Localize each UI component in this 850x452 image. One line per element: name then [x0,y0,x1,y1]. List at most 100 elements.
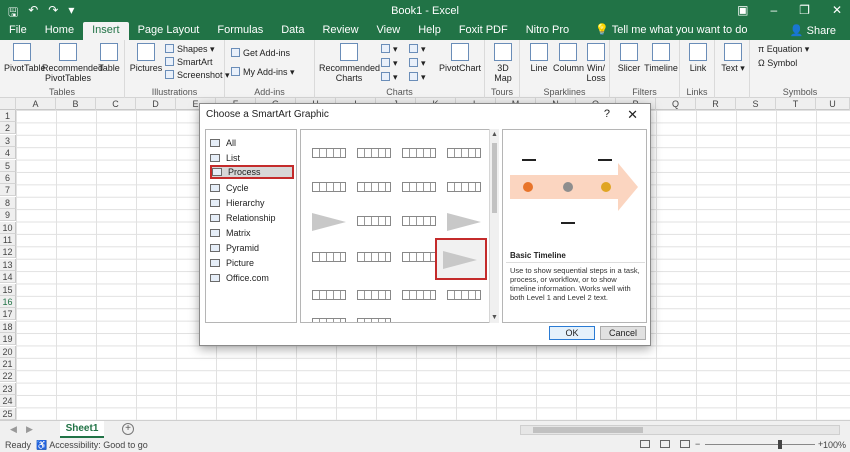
layout-thumbnail[interactable] [309,244,349,272]
zoom-out-button[interactable]: − [695,439,700,449]
column-chart-button[interactable]: ▾ [381,44,398,55]
layout-thumbnail[interactable] [309,208,349,236]
tab-data[interactable]: Data [272,22,313,40]
get-addins-button[interactable]: Get Add-ins [231,48,290,58]
prev-sheet-icon[interactable]: ◀ [10,424,17,435]
scroll-down-icon[interactable]: ▼ [491,314,498,321]
row-header[interactable]: 10 [0,221,16,234]
pie-chart-button[interactable]: ▾ [381,72,398,83]
row-header[interactable]: 14 [0,271,16,284]
layout-thumbnail[interactable] [354,282,394,310]
tab-review[interactable]: Review [313,22,367,40]
link-button[interactable]: Link [684,43,712,73]
page-break-view-icon[interactable] [680,440,690,448]
tab-nitro-pro[interactable]: Nitro Pro [517,22,578,40]
layout-thumbnail[interactable] [309,140,349,168]
normal-view-icon[interactable] [640,440,650,448]
category-all[interactable]: All [210,136,294,150]
layout-thumbnail[interactable] [444,140,484,168]
tab-insert[interactable]: Insert [83,22,129,40]
row-header[interactable]: 22 [0,370,16,383]
line-chart-button[interactable]: ▾ [381,58,398,69]
layout-thumbnail[interactable] [399,208,439,236]
sparkline-column-button[interactable]: Column [553,43,584,73]
equation-button[interactable]: π Equation ▾ [758,44,809,55]
tell-me-box[interactable]: 💡 Tell me what you want to do [586,22,756,40]
row-header[interactable]: 17 [0,308,16,321]
scatter-chart-button[interactable]: ▾ [409,72,426,83]
tab-foxit-pdf[interactable]: Foxit PDF [450,22,517,40]
layout-thumbnail[interactable] [399,174,439,202]
next-sheet-icon[interactable]: ▶ [26,424,33,435]
row-header[interactable]: 6 [0,172,16,184]
row-header[interactable]: 18 [0,320,16,333]
3d-map-button[interactable]: 3D Map [489,43,517,83]
category-hierarchy[interactable]: Hierarchy [210,196,294,210]
symbol-button[interactable]: Ω Symbol [758,58,797,68]
gallery-scrollbar[interactable]: ▲ ▼ [489,129,499,323]
tab-home[interactable]: Home [36,22,83,40]
row-header[interactable]: 15 [0,283,16,296]
row-header[interactable]: 25 [0,407,16,420]
column-header[interactable]: S [736,98,776,110]
tab-formulas[interactable]: Formulas [208,22,272,40]
layout-thumbnail[interactable] [444,174,484,202]
cancel-button[interactable]: Cancel [600,326,646,340]
layout-thumbnail[interactable] [444,208,484,236]
shapes-button[interactable]: Shapes ▾ [165,44,215,55]
share-button[interactable]: 👤 Share [790,24,836,37]
pivotchart-button[interactable]: PivotChart [439,43,481,73]
zoom-slider-knob[interactable] [778,440,782,449]
category-pyramid[interactable]: Pyramid [210,241,294,255]
category-office-com[interactable]: Office.com [210,271,294,285]
table-button[interactable]: Table [96,43,122,73]
recommended-charts-button[interactable]: Recommended Charts [319,43,380,83]
layout-thumbnail[interactable] [354,140,394,168]
layout-thumbnail[interactable] [399,282,439,310]
bar-chart-button[interactable]: ▾ [409,44,426,55]
category-relationship[interactable]: Relationship [210,211,294,225]
row-header[interactable]: 7 [0,184,16,197]
zoom-slider[interactable] [705,444,815,445]
layout-thumbnail[interactable] [354,208,394,236]
row-header[interactable]: 4 [0,147,16,160]
category-matrix[interactable]: Matrix [210,226,294,240]
layout-thumbnail[interactable] [309,310,349,322]
recommended-pivottables-button[interactable]: Recommended PivotTables [42,43,103,83]
column-header[interactable]: C [96,98,136,110]
timeline-button[interactable]: Timeline [644,43,678,73]
row-header[interactable]: 8 [0,196,16,209]
pivottable-button[interactable]: PivotTable [4,43,46,73]
screenshot-button[interactable]: Screenshot ▾ [165,70,230,81]
row-header[interactable]: 2 [0,122,16,135]
scrollbar-thumb[interactable] [533,427,643,433]
column-header[interactable]: Q [656,98,696,110]
category-process[interactable]: Process [210,165,294,179]
layout-thumbnail[interactable] [399,140,439,168]
help-icon[interactable]: ? [604,108,610,120]
sparkline-winloss-button[interactable]: Win/ Loss [584,43,608,83]
row-header[interactable]: 5 [0,159,16,172]
horizontal-scrollbar[interactable] [520,425,840,435]
gallery-scrollbar-thumb[interactable] [492,143,497,213]
row-header[interactable]: 19 [0,333,16,346]
column-header[interactable]: B [56,98,96,110]
my-addins-button[interactable]: My Add-ins ▾ [231,67,295,78]
category-list-item[interactable]: List [210,151,294,165]
smartart-button[interactable]: SmartArt [165,57,213,67]
close-icon[interactable]: ✕ [627,107,638,123]
accessibility-status[interactable]: ♿ Accessibility: Good to go [36,440,148,451]
select-all-corner[interactable] [0,98,16,110]
close-window-icon[interactable]: ✕ [832,3,842,17]
column-header[interactable]: A [16,98,56,110]
layout-thumbnail[interactable] [444,282,484,310]
row-header[interactable]: 23 [0,382,16,395]
row-header[interactable]: 21 [0,358,16,370]
text-button[interactable]: Text ▾ [719,43,747,73]
row-header[interactable]: 20 [0,345,16,358]
tab-view[interactable]: View [368,22,410,40]
layout-thumbnail[interactable] [309,174,349,202]
row-header[interactable]: 13 [0,258,16,271]
layout-thumbnail[interactable] [399,244,439,272]
layout-thumbnail[interactable] [354,244,394,272]
